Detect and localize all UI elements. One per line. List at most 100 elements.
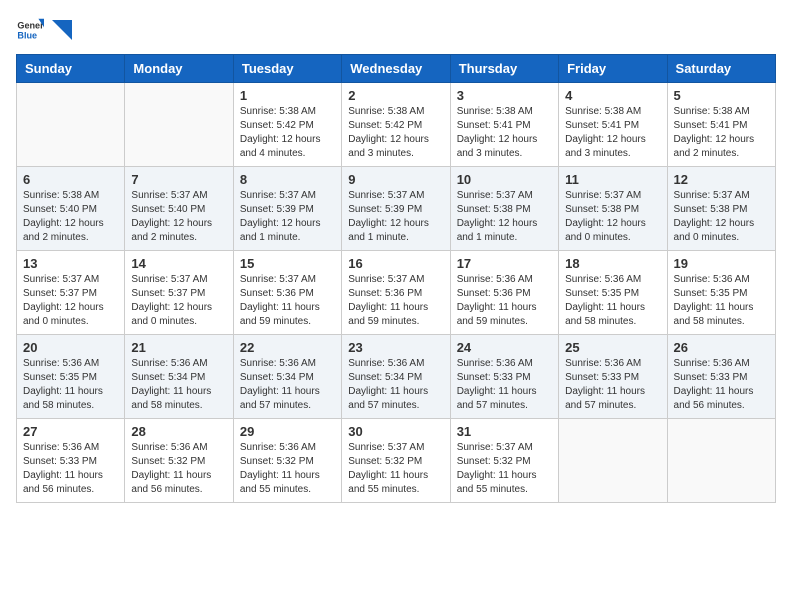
day-info: Sunrise: 5:38 AMSunset: 5:42 PMDaylight:…	[348, 105, 443, 161]
sunrise-text: Sunrise: 5:37 AM	[240, 189, 335, 203]
day-info: Sunrise: 5:38 AMSunset: 5:42 PMDaylight:…	[240, 105, 335, 161]
weekday-header-monday: Monday	[125, 55, 233, 83]
daylight-text: Daylight: 12 hours and 1 minute.	[457, 217, 552, 245]
calendar: SundayMondayTuesdayWednesdayThursdayFrid…	[16, 54, 776, 503]
daylight-text: Daylight: 12 hours and 1 minute.	[348, 217, 443, 245]
sunrise-text: Sunrise: 5:37 AM	[240, 273, 335, 287]
daylight-text: Daylight: 11 hours and 58 minutes.	[23, 385, 118, 413]
daylight-text: Daylight: 12 hours and 3 minutes.	[457, 133, 552, 161]
calendar-cell: 25Sunrise: 5:36 AMSunset: 5:33 PMDayligh…	[559, 335, 667, 419]
day-number: 10	[457, 172, 552, 187]
daylight-text: Daylight: 11 hours and 55 minutes.	[240, 469, 335, 497]
calendar-cell: 28Sunrise: 5:36 AMSunset: 5:32 PMDayligh…	[125, 419, 233, 503]
sunset-text: Sunset: 5:34 PM	[348, 371, 443, 385]
day-number: 13	[23, 256, 118, 271]
calendar-cell: 29Sunrise: 5:36 AMSunset: 5:32 PMDayligh…	[233, 419, 341, 503]
sunset-text: Sunset: 5:38 PM	[674, 203, 769, 217]
calendar-cell: 16Sunrise: 5:37 AMSunset: 5:36 PMDayligh…	[342, 251, 450, 335]
day-info: Sunrise: 5:36 AMSunset: 5:33 PMDaylight:…	[565, 357, 660, 413]
daylight-text: Daylight: 11 hours and 57 minutes.	[348, 385, 443, 413]
daylight-text: Daylight: 12 hours and 1 minute.	[240, 217, 335, 245]
sunrise-text: Sunrise: 5:36 AM	[23, 357, 118, 371]
sunrise-text: Sunrise: 5:38 AM	[348, 105, 443, 119]
day-number: 23	[348, 340, 443, 355]
sunset-text: Sunset: 5:34 PM	[240, 371, 335, 385]
sunrise-text: Sunrise: 5:36 AM	[457, 357, 552, 371]
sunrise-text: Sunrise: 5:36 AM	[131, 441, 226, 455]
svg-text:Blue: Blue	[17, 30, 37, 40]
day-number: 6	[23, 172, 118, 187]
logo-arrow-icon	[52, 20, 72, 40]
weekday-header-tuesday: Tuesday	[233, 55, 341, 83]
day-number: 29	[240, 424, 335, 439]
daylight-text: Daylight: 12 hours and 0 minutes.	[674, 217, 769, 245]
weekday-header-sunday: Sunday	[17, 55, 125, 83]
calendar-cell: 20Sunrise: 5:36 AMSunset: 5:35 PMDayligh…	[17, 335, 125, 419]
day-info: Sunrise: 5:37 AMSunset: 5:37 PMDaylight:…	[131, 273, 226, 329]
day-info: Sunrise: 5:36 AMSunset: 5:33 PMDaylight:…	[23, 441, 118, 497]
calendar-cell	[559, 419, 667, 503]
sunset-text: Sunset: 5:36 PM	[240, 287, 335, 301]
day-info: Sunrise: 5:37 AMSunset: 5:36 PMDaylight:…	[240, 273, 335, 329]
daylight-text: Daylight: 12 hours and 2 minutes.	[674, 133, 769, 161]
calendar-cell: 19Sunrise: 5:36 AMSunset: 5:35 PMDayligh…	[667, 251, 775, 335]
day-info: Sunrise: 5:37 AMSunset: 5:32 PMDaylight:…	[457, 441, 552, 497]
sunrise-text: Sunrise: 5:37 AM	[565, 189, 660, 203]
day-info: Sunrise: 5:36 AMSunset: 5:36 PMDaylight:…	[457, 273, 552, 329]
sunrise-text: Sunrise: 5:36 AM	[131, 357, 226, 371]
day-info: Sunrise: 5:36 AMSunset: 5:32 PMDaylight:…	[131, 441, 226, 497]
sunrise-text: Sunrise: 5:36 AM	[348, 357, 443, 371]
svg-text:General: General	[17, 21, 44, 31]
logo: General Blue	[16, 16, 72, 44]
day-info: Sunrise: 5:37 AMSunset: 5:39 PMDaylight:…	[240, 189, 335, 245]
day-number: 8	[240, 172, 335, 187]
sunrise-text: Sunrise: 5:37 AM	[348, 189, 443, 203]
calendar-week-4: 20Sunrise: 5:36 AMSunset: 5:35 PMDayligh…	[17, 335, 776, 419]
sunset-text: Sunset: 5:42 PM	[240, 119, 335, 133]
daylight-text: Daylight: 12 hours and 3 minutes.	[348, 133, 443, 161]
sunrise-text: Sunrise: 5:37 AM	[348, 441, 443, 455]
sunrise-text: Sunrise: 5:37 AM	[457, 441, 552, 455]
day-number: 31	[457, 424, 552, 439]
daylight-text: Daylight: 11 hours and 57 minutes.	[565, 385, 660, 413]
logo-icon: General Blue	[16, 16, 44, 44]
sunrise-text: Sunrise: 5:37 AM	[457, 189, 552, 203]
daylight-text: Daylight: 12 hours and 2 minutes.	[131, 217, 226, 245]
sunset-text: Sunset: 5:39 PM	[348, 203, 443, 217]
sunset-text: Sunset: 5:33 PM	[457, 371, 552, 385]
sunrise-text: Sunrise: 5:37 AM	[23, 273, 118, 287]
sunset-text: Sunset: 5:41 PM	[674, 119, 769, 133]
weekday-header-saturday: Saturday	[667, 55, 775, 83]
sunrise-text: Sunrise: 5:37 AM	[348, 273, 443, 287]
weekday-header-row: SundayMondayTuesdayWednesdayThursdayFrid…	[17, 55, 776, 83]
calendar-cell: 12Sunrise: 5:37 AMSunset: 5:38 PMDayligh…	[667, 167, 775, 251]
calendar-cell: 15Sunrise: 5:37 AMSunset: 5:36 PMDayligh…	[233, 251, 341, 335]
day-info: Sunrise: 5:36 AMSunset: 5:35 PMDaylight:…	[565, 273, 660, 329]
sunset-text: Sunset: 5:35 PM	[23, 371, 118, 385]
daylight-text: Daylight: 11 hours and 59 minutes.	[457, 301, 552, 329]
calendar-cell: 11Sunrise: 5:37 AMSunset: 5:38 PMDayligh…	[559, 167, 667, 251]
day-info: Sunrise: 5:37 AMSunset: 5:36 PMDaylight:…	[348, 273, 443, 329]
day-info: Sunrise: 5:37 AMSunset: 5:37 PMDaylight:…	[23, 273, 118, 329]
calendar-cell: 3 Sunrise: 5:38 AMSunset: 5:41 PMDaylight…	[450, 83, 558, 167]
calendar-cell: 13 Sunrise: 5:37 AMSunset: 5:37 PMDayligh…	[17, 251, 125, 335]
day-info: Sunrise: 5:38 AMSunset: 5:41 PMDaylight:…	[457, 105, 552, 161]
day-info: Sunrise: 5:36 AMSunset: 5:33 PMDaylight:…	[674, 357, 769, 413]
day-number: 11	[565, 172, 660, 187]
daylight-text: Daylight: 12 hours and 0 minutes.	[565, 217, 660, 245]
sunset-text: Sunset: 5:33 PM	[23, 455, 118, 469]
sunset-text: Sunset: 5:41 PM	[457, 119, 552, 133]
day-info: Sunrise: 5:37 AMSunset: 5:39 PMDaylight:…	[348, 189, 443, 245]
calendar-cell: 17Sunrise: 5:36 AMSunset: 5:36 PMDayligh…	[450, 251, 558, 335]
day-number: 3	[457, 88, 552, 103]
calendar-week-3: 13 Sunrise: 5:37 AMSunset: 5:37 PMDayligh…	[17, 251, 776, 335]
calendar-cell	[17, 83, 125, 167]
calendar-cell: 6Sunrise: 5:38 AMSunset: 5:40 PMDaylight…	[17, 167, 125, 251]
day-info: Sunrise: 5:37 AMSunset: 5:40 PMDaylight:…	[131, 189, 226, 245]
day-number: 26	[674, 340, 769, 355]
sunrise-text: Sunrise: 5:36 AM	[565, 273, 660, 287]
sunset-text: Sunset: 5:35 PM	[565, 287, 660, 301]
day-number: 27	[23, 424, 118, 439]
sunrise-text: Sunrise: 5:37 AM	[131, 189, 226, 203]
sunrise-text: Sunrise: 5:38 AM	[457, 105, 552, 119]
